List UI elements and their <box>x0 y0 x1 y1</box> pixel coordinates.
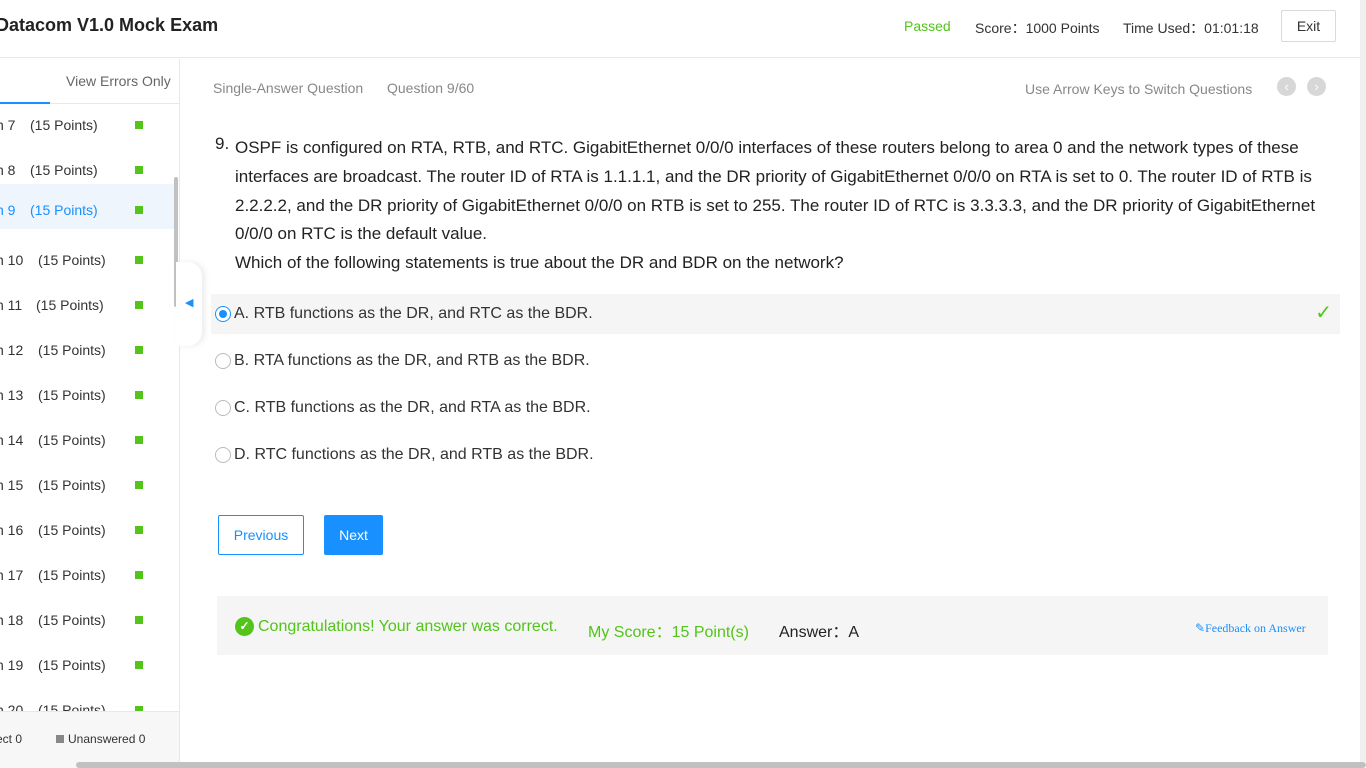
radio-icon[interactable] <box>215 353 231 369</box>
status-badge: Passed <box>904 18 951 34</box>
result-message: Congratulations! Your answer was correct… <box>258 618 558 635</box>
radio-selected-icon[interactable] <box>215 306 231 322</box>
next-button[interactable]: Next <box>324 515 383 555</box>
option-a[interactable]: A. RTB functions as the DR, and RTC as t… <box>211 294 1340 334</box>
question-points: (15 Points) <box>38 387 106 403</box>
previous-button[interactable]: Previous <box>218 515 304 555</box>
question-points: (15 Points) <box>38 522 106 538</box>
unanswered-swatch <box>56 735 64 743</box>
question-type: Single-Answer Question <box>213 80 364 96</box>
question-stem: OSPF is configured on RTA, RTB, and RTC.… <box>235 138 1316 244</box>
question-item[interactable]: n 10 (15 Points) <box>0 238 176 283</box>
question-item[interactable]: n 14 (15 Points) <box>0 418 176 463</box>
answer-result-panel: ✓ Congratulations! Your answer was corre… <box>217 596 1328 655</box>
question-number: n 16 <box>0 522 24 538</box>
answered-marker <box>135 436 143 444</box>
question-points: (15 Points) <box>38 657 106 673</box>
total-score: Score：1000 Points <box>975 20 1100 36</box>
question-item[interactable]: n 7 (15 Points) <box>0 103 176 148</box>
answered-marker <box>135 346 143 354</box>
answered-marker <box>135 391 143 399</box>
collapse-left-icon[interactable]: ◀ <box>185 296 193 309</box>
question-item[interactable]: n 16 (15 Points) <box>0 508 176 553</box>
answered-marker <box>135 256 143 264</box>
question-points: (15 Points) <box>38 477 106 493</box>
question-number: n 10 <box>0 252 24 268</box>
question-item[interactable]: n 12 (15 Points) <box>0 328 176 373</box>
sidebar-legend: ect 0 Unanswered 0 <box>0 711 179 768</box>
legend-correct: ect 0 <box>0 732 23 746</box>
answered-marker <box>135 121 143 129</box>
question-item[interactable]: n 19 (15 Points) <box>0 643 176 688</box>
question-points: (15 Points) <box>30 202 98 218</box>
checkmark-icon: ✓ <box>1315 302 1332 324</box>
question-number: n 19 <box>0 657 24 673</box>
edit-icon: ✎ <box>1195 621 1206 635</box>
question-number-label: 9. <box>215 134 230 153</box>
option-b[interactable]: B. RTA functions as the DR, and RTB as t… <box>211 341 1340 381</box>
option-label: B. RTA functions as the DR, and RTB as t… <box>234 352 590 369</box>
question-points: (15 Points) <box>36 297 104 313</box>
header-bar: Datacom V1.0 Mock Exam Passed Score：1000… <box>0 0 1366 58</box>
question-number: n 13 <box>0 387 24 403</box>
question-item[interactable]: n 13 (15 Points) <box>0 373 176 418</box>
question-item[interactable]: n 17 (15 Points) <box>0 553 176 598</box>
check-circle-icon: ✓ <box>235 617 254 636</box>
question-points: (15 Points) <box>30 162 98 178</box>
correct-answer: Answer：A <box>779 624 860 641</box>
next-question-icon[interactable]: › <box>1307 77 1326 96</box>
time-used: Time Used：01:01:18 <box>1123 20 1259 36</box>
feedback-label: Feedback on Answer <box>1205 621 1306 635</box>
feedback-link[interactable]: ✎Feedback on Answer <box>1195 621 1306 636</box>
prev-question-icon[interactable]: ‹ <box>1277 77 1296 96</box>
answered-marker <box>135 206 143 214</box>
question-points: (15 Points) <box>38 252 106 268</box>
answered-marker <box>135 661 143 669</box>
question-text: OSPF is configured on RTA, RTB, and RTC.… <box>235 134 1330 278</box>
question-number: n 14 <box>0 432 24 448</box>
question-number: n 15 <box>0 477 24 493</box>
option-label: A. RTB functions as the DR, and RTC as t… <box>234 305 593 322</box>
answered-marker <box>135 166 143 174</box>
question-points: (15 Points) <box>30 117 98 133</box>
option-d[interactable]: D. RTC functions as the DR, and RTB as t… <box>211 435 1340 475</box>
question-item[interactable]: n 18 (15 Points) <box>0 598 176 643</box>
radio-icon[interactable] <box>215 447 231 463</box>
question-sidebar: View Errors Only n 7 (15 Points) n 8 (15… <box>0 59 180 768</box>
view-errors-only-toggle[interactable]: View Errors Only <box>66 73 171 89</box>
question-points: (15 Points) <box>38 612 106 628</box>
question-number: n 8 <box>0 162 16 178</box>
exit-button[interactable]: Exit <box>1281 10 1336 42</box>
my-score: My Score：15 Point(s) <box>588 624 749 641</box>
answered-marker <box>135 301 143 309</box>
question-number: n 9 <box>0 202 16 218</box>
question-item[interactable]: n 15 (15 Points) <box>0 463 176 508</box>
question-number: n 18 <box>0 612 24 628</box>
option-label: C. RTB functions as the DR, and RTA as t… <box>234 399 591 416</box>
app-title: Datacom V1.0 Mock Exam <box>0 15 219 35</box>
legend-unanswered: Unanswered 0 <box>68 732 146 746</box>
radio-icon[interactable] <box>215 400 231 416</box>
answered-marker <box>135 616 143 624</box>
question-prompt: Which of the following statements is tru… <box>235 253 844 272</box>
question-counter: Question 9/60 <box>387 80 475 96</box>
answered-marker <box>135 481 143 489</box>
option-c[interactable]: C. RTB functions as the DR, and RTA as t… <box>211 388 1340 428</box>
question-number: n 12 <box>0 342 24 358</box>
question-points: (15 Points) <box>38 432 106 448</box>
question-points: (15 Points) <box>38 567 106 583</box>
answered-marker <box>135 526 143 534</box>
option-label: D. RTC functions as the DR, and RTB as t… <box>234 446 594 463</box>
question-item-current[interactable]: n 9 (15 Points) <box>0 184 176 229</box>
question-item[interactable]: n 11 (15 Points) <box>0 283 176 328</box>
arrow-key-hint: Use Arrow Keys to Switch Questions <box>1025 81 1253 97</box>
answered-marker <box>135 571 143 579</box>
horizontal-scrollbar[interactable] <box>76 762 1366 768</box>
question-points: (15 Points) <box>38 342 106 358</box>
page-scrollbar-track <box>1360 0 1366 762</box>
question-number: n 17 <box>0 567 24 583</box>
question-number: n 11 <box>0 297 23 313</box>
question-number: n 7 <box>0 117 16 133</box>
